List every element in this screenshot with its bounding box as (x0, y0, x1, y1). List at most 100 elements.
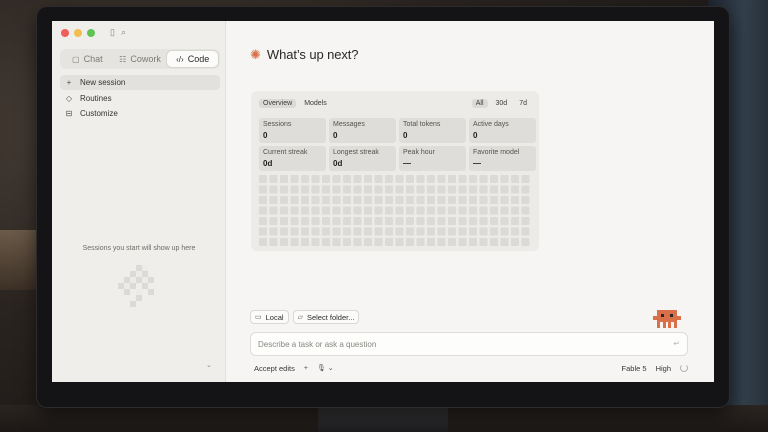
heatmap-cell (500, 175, 509, 183)
heatmap-cell (437, 185, 446, 194)
heatmap-cell (500, 196, 509, 204)
mascot-icon (653, 310, 681, 328)
tab-chat[interactable]: ▢ Chat (62, 51, 113, 67)
heatmap-cell (269, 227, 278, 236)
stat-card-total-tokens: Total tokens 0 (399, 118, 466, 143)
heatmap-cell (343, 227, 351, 236)
heatmap-cell (290, 227, 299, 236)
heatmap-cell (259, 196, 267, 204)
stat-value: 0d (333, 159, 343, 168)
heatmap-cell (364, 185, 372, 194)
heatmap-cell (490, 175, 498, 183)
heatmap-cell (479, 175, 488, 183)
heatmap-cell (395, 185, 404, 194)
heatmap-cell (290, 175, 299, 183)
heatmap-cell (437, 206, 446, 215)
sidebar-toggle-icon[interactable]: ▯ (110, 27, 115, 38)
range-all[interactable]: All (471, 98, 488, 108)
tab-overview[interactable]: Overview (259, 98, 297, 108)
heatmap-cell (364, 175, 372, 183)
heatmap-cell (479, 206, 488, 215)
search-icon[interactable]: ⌕ (121, 27, 126, 38)
sidebar-item-label: New session (80, 78, 126, 87)
send-icon[interactable]: ↵ (673, 339, 680, 348)
sparkle-logo-icon: ✺ (250, 47, 261, 62)
chevron-down-icon[interactable]: ⌄ (206, 361, 212, 369)
page-title: What’s up next? (266, 47, 359, 62)
sidebar-item-routines[interactable]: ◇ Routines (60, 91, 220, 106)
heatmap-cell (269, 175, 278, 183)
heatmap-cell (364, 227, 372, 236)
prompt-input[interactable] (251, 333, 651, 355)
stats-tabs: Overview Models All 30d 7d (259, 97, 531, 109)
close-window-button[interactable] (61, 29, 69, 37)
stat-card-active-days: Active days 0 (469, 118, 536, 143)
heatmap-cell (374, 206, 383, 215)
mode-switcher: ▢ Chat ☷ Cowork ‹/› Code (60, 49, 220, 69)
range-7d[interactable]: 7d (515, 99, 531, 108)
heatmap-cell (280, 175, 288, 183)
heatmap-cell (332, 227, 341, 236)
heatmap-cell (311, 217, 320, 225)
heatmap-cell (427, 185, 435, 194)
heatmap-cell (259, 206, 267, 215)
heatmap-cell (343, 196, 351, 204)
microphone-icon[interactable]: 🎙︎ ⌄ (317, 364, 334, 372)
stat-value: 0 (333, 131, 338, 140)
tab-code[interactable]: ‹/› Code (167, 51, 219, 67)
stat-value: — (403, 159, 411, 168)
heatmap-cell (311, 175, 320, 183)
heatmap-cell (395, 196, 404, 204)
accept-edits-toggle[interactable]: Accept edits (254, 364, 295, 373)
heatmap-cell (385, 227, 393, 236)
sidebar-item-new-session[interactable]: + New session (60, 75, 220, 90)
heatmap-cell (458, 185, 467, 194)
local-environment-button[interactable]: ▭ Local (250, 310, 289, 324)
zoom-window-button[interactable] (87, 29, 95, 37)
stat-card-current-streak: Current streak 0d (259, 146, 326, 171)
stat-value: 0 (263, 131, 268, 140)
usage-stats-panel: Overview Models All 30d 7d Sessions 0 Mes… (251, 91, 539, 251)
range-30d[interactable]: 30d (492, 99, 512, 108)
main-panel: ✺ What’s up next? Overview Models All 30… (226, 21, 714, 382)
select-folder-button[interactable]: ▱ Select folder... (292, 310, 360, 324)
heatmap-cell (353, 238, 362, 246)
stats-view-tabs: Overview Models (259, 98, 331, 108)
cowork-icon: ☷ (119, 54, 127, 64)
sidebar-item-customize[interactable]: ⊟ Customize (60, 106, 220, 121)
minimize-window-button[interactable] (74, 29, 82, 37)
heatmap-cell (469, 185, 477, 194)
tab-models[interactable]: Models (300, 99, 331, 108)
stat-label: Current streak (263, 149, 308, 156)
heatmap-cell (458, 206, 467, 215)
heatmap-cell (374, 175, 383, 183)
window-controls (61, 29, 95, 37)
heatmap-cell (448, 175, 456, 183)
heatmap-cell (353, 185, 362, 194)
heatmap-cell (406, 175, 414, 183)
stat-card-peak-hour: Peak hour — (399, 146, 466, 171)
sidebar-item-label: Customize (80, 109, 118, 118)
heatmap-cell (521, 206, 530, 215)
heatmap-cell (500, 185, 509, 194)
select-folder-label: Select folder... (306, 312, 355, 322)
heatmap-cell (511, 206, 519, 215)
empty-state-illustration (118, 265, 154, 307)
model-selector[interactable]: Fable 5 (622, 364, 647, 373)
heatmap-cell (458, 196, 467, 204)
add-icon[interactable]: + (304, 365, 308, 372)
heatmap-cell (311, 196, 320, 204)
heatmap-cell (374, 227, 383, 236)
heatmap-cell (259, 238, 267, 246)
code-brackets-icon: ‹/› (176, 54, 184, 64)
heatmap-cell (290, 217, 299, 225)
composer-toolbar: ▭ Local ▱ Select folder... (250, 310, 360, 324)
context-usage-icon (680, 364, 688, 372)
tab-cowork[interactable]: ☷ Cowork (115, 51, 166, 67)
heatmap-cell (301, 185, 309, 194)
heatmap-cell (259, 217, 267, 225)
heatmap-cell (416, 227, 425, 236)
heatmap-cell (395, 238, 404, 246)
effort-selector[interactable]: High (656, 364, 671, 373)
heatmap-cell (343, 185, 351, 194)
